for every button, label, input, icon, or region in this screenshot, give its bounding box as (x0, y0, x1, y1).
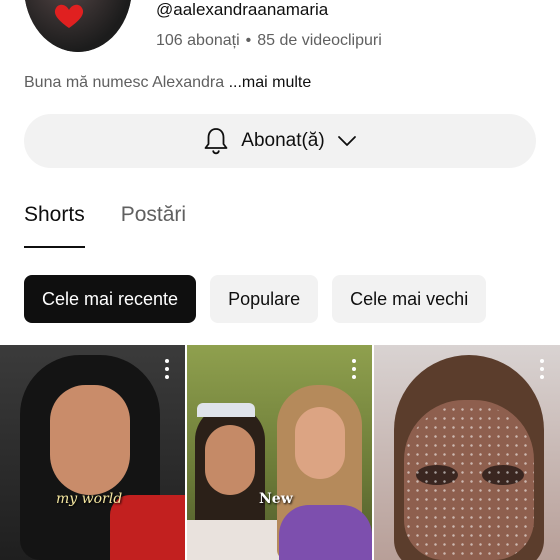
chip-most-recent[interactable]: Cele mai recente (24, 275, 197, 323)
thumbnail-face (50, 385, 130, 495)
sort-chips: Cele mai recente Populare Cele mai vechi (24, 275, 487, 323)
sparkle-filter (404, 405, 534, 560)
tab-shorts[interactable]: Shorts (24, 200, 85, 250)
tiara-shape (197, 403, 255, 417)
channel-description[interactable]: Buna mă numesc Alexandra ...mai multe (24, 73, 311, 93)
thumbnail-clothing (187, 520, 282, 560)
channel-stats: 106 abonați • 85 de videoclipuri (156, 31, 382, 51)
short-thumbnail[interactable]: my world (0, 345, 185, 560)
channel-handle: @aalexandraanamaria (156, 0, 329, 19)
tab-posts[interactable]: Postări (121, 200, 186, 250)
channel-avatar[interactable] (24, 0, 132, 52)
short-caption: my world (56, 491, 123, 507)
bell-icon (204, 128, 228, 155)
more-vert-icon[interactable] (352, 359, 356, 379)
subscriber-count: 106 abonați (156, 32, 240, 49)
chevron-down-icon (337, 136, 356, 146)
chip-oldest[interactable]: Cele mai vechi (332, 275, 487, 323)
short-thumbnail[interactable]: New (187, 345, 372, 560)
stats-separator: • (245, 32, 252, 49)
channel-tabs: Shorts Postări (24, 200, 186, 250)
subscribed-label: Abonat(ă) (241, 130, 325, 151)
shorts-grid: my world New (0, 345, 560, 560)
thumbnail-clothing (279, 505, 372, 560)
thumbnail-face (295, 407, 345, 479)
more-vert-icon[interactable] (165, 359, 169, 379)
more-link[interactable]: ...mai multe (229, 74, 312, 91)
chip-popular[interactable]: Populare (210, 275, 319, 323)
short-thumbnail[interactable] (374, 345, 560, 560)
more-vert-icon[interactable] (540, 359, 544, 379)
heart-icon (54, 4, 84, 29)
description-text: Buna mă numesc Alexandra (24, 74, 225, 91)
video-count: 85 de videoclipuri (257, 32, 382, 49)
short-caption: New (259, 491, 293, 507)
subscribed-button[interactable]: Abonat(ă) (24, 114, 536, 168)
thumbnail-face (205, 425, 255, 495)
